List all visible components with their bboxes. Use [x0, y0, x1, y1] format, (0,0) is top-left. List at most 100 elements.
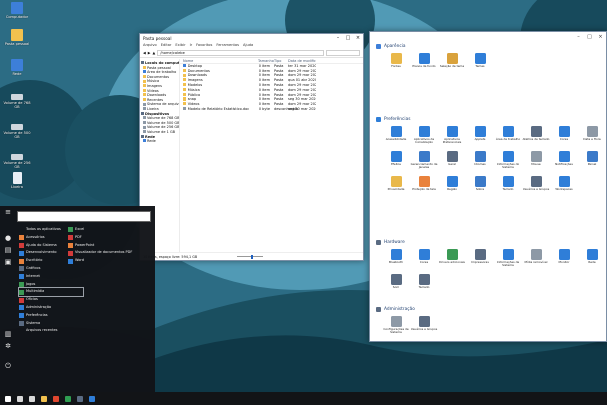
menu-item[interactable]: Exibir	[175, 43, 185, 49]
desktop-icon-volume-500[interactable]: Volume de 500 GB	[2, 119, 32, 140]
applet-item[interactable]: Configurações de Sistema	[382, 314, 410, 337]
applet-item[interactable]: Notificações	[550, 149, 578, 172]
applet-item[interactable]: Sobre	[466, 174, 494, 197]
minimize-icon[interactable]: –	[573, 32, 584, 42]
applet-item[interactable]: Aplicativos de Inicialização	[410, 124, 438, 147]
applet-item[interactable]: Seleção de tema	[438, 51, 466, 74]
applet-item[interactable]: Cores	[410, 247, 438, 270]
applet-item[interactable]: Workspaces	[550, 174, 578, 197]
applet-item[interactable]: Proteção de tela	[410, 174, 438, 197]
zoom-slider[interactable]	[237, 254, 264, 259]
forward-icon[interactable]: ▶	[148, 51, 151, 55]
hamburger-icon[interactable]: ≡	[4, 208, 12, 216]
control-center-titlebar[interactable]: – □ ×	[370, 32, 606, 42]
back-icon[interactable]: ◀	[143, 51, 146, 55]
applet-item[interactable]: Efeitos	[382, 149, 410, 172]
desktop-icon-volume-256[interactable]: Volume de 256 GB	[2, 149, 32, 170]
column-header-type[interactable]: Tipo	[272, 59, 286, 63]
start-menu-item[interactable]: Preferências	[19, 312, 83, 320]
start-menu-item[interactable]: Gráficos	[19, 265, 83, 273]
zoom-slider-knob[interactable]	[251, 254, 254, 259]
start-menu-item[interactable]: Ofícios	[19, 296, 83, 304]
desktop-icon-trash[interactable]: Lixeira	[2, 172, 32, 189]
applet-item[interactable]: Cores	[550, 124, 578, 147]
applet-item[interactable]: Planos de fundo	[410, 51, 438, 74]
nav-item[interactable]: Rede	[140, 139, 179, 144]
trash-icon[interactable]: ▥	[4, 330, 12, 338]
control-center-window[interactable]: – □ × Aparência Fontes Planos de fundo Sele…	[369, 31, 607, 342]
start-menu-item[interactable]: Sistema	[19, 320, 83, 328]
column-header-name[interactable]: Nome	[180, 59, 258, 63]
start-menu-item[interactable]: Visualizador de documentos PDF	[68, 249, 152, 257]
start-menu-item[interactable]: Word	[68, 257, 152, 265]
applet-item[interactable]: Privacidade	[382, 174, 410, 197]
applet-item[interactable]: Data e Hora	[578, 124, 606, 147]
address-field[interactable]: /home/calebe	[157, 50, 324, 56]
start-menu-item[interactable]: Jogos	[19, 281, 83, 289]
menu-item[interactable]: Arquivo	[143, 43, 157, 49]
up-icon[interactable]: ▲	[153, 51, 156, 55]
applet-item[interactable]: Informações do Sistema	[494, 149, 522, 172]
start-search-input[interactable]	[17, 211, 151, 222]
applet-item[interactable]: Rede	[578, 247, 606, 270]
search-button[interactable]	[15, 394, 24, 403]
applet-item[interactable]: Monitor	[550, 247, 578, 270]
task-view-button[interactable]	[27, 394, 36, 403]
start-menu-item[interactable]: Administração	[19, 304, 83, 312]
applet-item[interactable]: Mouse	[522, 149, 550, 172]
desktop-icon-network[interactable]: Rede	[2, 59, 32, 76]
chrome-taskbar[interactable]	[63, 394, 72, 403]
user-icon[interactable]: ●	[4, 234, 12, 242]
menu-item[interactable]: Favoritos	[196, 43, 212, 49]
minimize-icon[interactable]: –	[333, 34, 343, 43]
desktop-icon-home-folder[interactable]: Pasta pessoal	[2, 29, 32, 46]
file-row[interactable]: Modelo de Relatório Estatístico.doc 0 byt…	[180, 107, 363, 112]
applet-item[interactable]: Geral	[438, 149, 466, 172]
pictures-icon[interactable]: ▣	[4, 258, 12, 266]
applet-item[interactable]: Drivers adicionais	[438, 247, 466, 270]
settings-icon[interactable]: ✲	[4, 342, 12, 350]
menu-item[interactable]: Ferramentas	[216, 43, 239, 49]
applet-item[interactable]: Painel	[578, 149, 606, 172]
applet-item[interactable]: Região	[438, 174, 466, 197]
menu-item[interactable]: Ajuda	[243, 43, 253, 49]
search-input[interactable]	[326, 50, 360, 56]
start-menu-item[interactable]: Excel	[68, 226, 152, 234]
file-manager-window[interactable]: Pasta pessoal – □ × Arquivo Editar Exibir I…	[139, 33, 364, 261]
terminal-taskbar[interactable]	[75, 394, 84, 403]
file-manager-taskbar[interactable]	[39, 394, 48, 403]
menu-item[interactable]: Ir	[190, 43, 193, 49]
settings-taskbar[interactable]	[87, 394, 96, 403]
applet-item[interactable]: Fontes	[382, 51, 410, 74]
start-menu[interactable]: ≡ ● ▤ ▣ ▥ ✲ ⏻ Todos os aplicativos Acessó…	[0, 206, 155, 392]
close-icon[interactable]: ×	[595, 32, 606, 42]
file-manager-titlebar[interactable]: Pasta pessoal – □ ×	[140, 34, 363, 43]
applet-item[interactable]: Som	[382, 272, 410, 295]
applet-item[interactable]: Usuários e Grupos	[410, 314, 438, 337]
start-menu-item[interactable]: Arquivos recentes	[19, 327, 83, 335]
applet-item[interactable]: Idiomas	[466, 149, 494, 172]
maximize-icon[interactable]: □	[343, 34, 353, 43]
maximize-icon[interactable]: □	[584, 32, 595, 42]
start-menu-item[interactable]: PowerPoint	[68, 242, 152, 250]
start-menu-item[interactable]: Multimídia	[18, 287, 84, 298]
applet-item[interactable]: Gerenciamento de Janelas	[410, 149, 438, 172]
applet-item[interactable]: Impressoras	[466, 247, 494, 270]
applet-item[interactable]: Temas	[466, 51, 494, 74]
applet-item[interactable]: Informações de Sistema	[494, 247, 522, 270]
start-menu-item[interactable]: Internet	[19, 273, 83, 281]
desktop-icon-volume-768[interactable]: Volume de 768 GB	[2, 89, 32, 110]
documents-icon[interactable]: ▤	[4, 246, 12, 254]
applet-item[interactable]: Usuários e Grupos	[522, 174, 550, 197]
applet-item[interactable]: Bluetooth	[382, 247, 410, 270]
start-menu-item[interactable]: PDF	[68, 234, 152, 242]
menu-item[interactable]: Editar	[161, 43, 172, 49]
start-button[interactable]	[3, 394, 12, 403]
column-header-date[interactable]: Data de modificação	[286, 59, 316, 63]
applet-item[interactable]: Applets	[466, 124, 494, 147]
applet-item[interactable]: Acessibilidade	[382, 124, 410, 147]
desktop-icon-computer[interactable]: Computador	[2, 2, 32, 19]
close-icon[interactable]: ×	[353, 34, 363, 43]
applet-item[interactable]: Área de trabalho	[494, 124, 522, 147]
applet-item[interactable]: Mídia removível	[522, 247, 550, 270]
